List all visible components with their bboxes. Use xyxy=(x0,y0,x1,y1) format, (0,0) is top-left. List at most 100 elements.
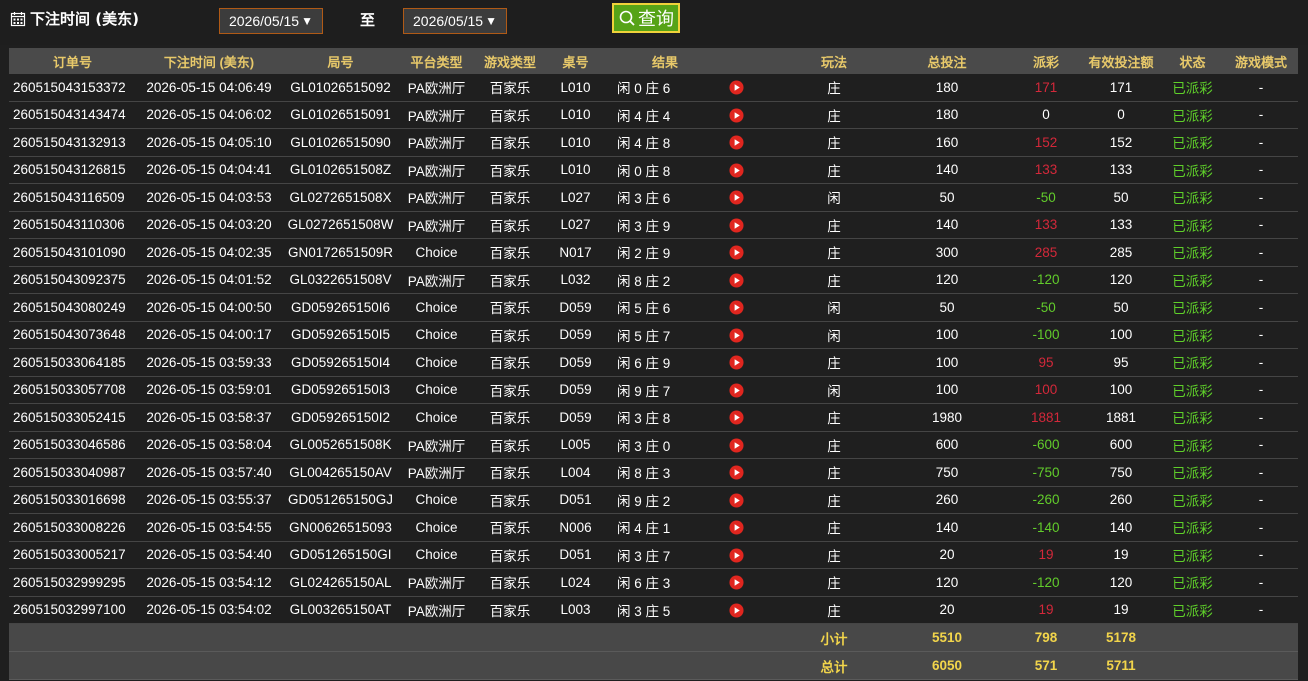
replay-cell[interactable] xyxy=(725,156,785,184)
replay-cell[interactable] xyxy=(725,458,785,487)
summary-empty-cell xyxy=(282,651,399,680)
game-type-cell: 百家乐 xyxy=(474,321,546,349)
play-icon[interactable] xyxy=(729,520,744,535)
play-icon[interactable] xyxy=(729,548,744,563)
replay-cell[interactable] xyxy=(725,238,785,267)
round-id-cell: GD051265150GI xyxy=(282,541,399,569)
play-icon[interactable] xyxy=(729,493,744,508)
play-icon[interactable] xyxy=(729,410,744,425)
start-date-select[interactable]: 2026/05/15 ▼ xyxy=(219,8,323,34)
table-row: 260515032997100 2026-05-15 03:54:02 GL0032… xyxy=(9,596,1298,624)
play-icon[interactable] xyxy=(729,245,744,260)
bet-on-cell: 庄 xyxy=(785,596,883,624)
total-bet-cell: 20 xyxy=(883,596,1011,624)
status-cell: 已派彩 xyxy=(1161,128,1224,157)
replay-cell[interactable] xyxy=(725,321,785,349)
replay-cell[interactable] xyxy=(725,568,785,597)
result-cell: 闲 3 庄 6 xyxy=(605,183,725,212)
bet-on-cell: 庄 xyxy=(785,486,883,514)
play-icon[interactable] xyxy=(729,300,744,315)
bet-on-cell: 庄 xyxy=(785,266,883,294)
total-bet-cell: 100 xyxy=(883,321,1011,349)
query-button[interactable]: 查询 xyxy=(612,3,680,33)
round-id-cell: GD059265150I5 xyxy=(282,321,399,349)
play-icon[interactable] xyxy=(729,328,744,343)
bet-on-cell: 庄 xyxy=(785,541,883,569)
replay-cell[interactable] xyxy=(725,266,785,294)
platform-cell: Choice xyxy=(399,541,474,569)
replay-cell[interactable] xyxy=(725,293,785,322)
play-icon[interactable] xyxy=(729,273,744,288)
game-type-cell: 百家乐 xyxy=(474,596,546,624)
total-bet-cell: 50 xyxy=(883,293,1011,322)
play-icon[interactable] xyxy=(729,575,744,590)
platform-cell: PA欧洲厅 xyxy=(399,568,474,597)
game-type-cell: 百家乐 xyxy=(474,403,546,432)
summary-empty-cell xyxy=(399,651,474,680)
end-date-select[interactable]: 2026/05/15 ▼ xyxy=(403,8,507,34)
play-icon[interactable] xyxy=(729,190,744,205)
summary-empty-cell xyxy=(1161,651,1224,680)
game-type-cell: 百家乐 xyxy=(474,266,546,294)
replay-cell[interactable] xyxy=(725,128,785,157)
result-cell: 闲 6 庄 9 xyxy=(605,348,725,377)
replay-cell[interactable] xyxy=(725,101,785,129)
play-icon[interactable] xyxy=(729,163,744,178)
valid-bet-cell: 50 xyxy=(1081,183,1161,212)
replay-cell[interactable] xyxy=(725,74,785,102)
bet-on-cell: 庄 xyxy=(785,348,883,377)
play-icon[interactable] xyxy=(729,603,744,618)
play-icon[interactable] xyxy=(729,355,744,370)
column-header-bet-time: 下注时间 (美东) xyxy=(136,48,282,74)
play-icon[interactable] xyxy=(729,108,744,123)
round-id-cell: GL0272651508X xyxy=(282,183,399,212)
total-bet-cell: 300 xyxy=(883,238,1011,267)
play-icon[interactable] xyxy=(729,383,744,398)
platform-cell: PA欧洲厅 xyxy=(399,431,474,459)
result-cell: 闲 0 庄 8 xyxy=(605,156,725,184)
result-cell: 闲 4 庄 8 xyxy=(605,128,725,157)
payout-cell: -600 xyxy=(1011,431,1081,459)
table-no-cell: D059 xyxy=(546,321,605,349)
payout-cell: 100 xyxy=(1011,376,1081,404)
play-icon[interactable] xyxy=(729,465,744,480)
table-row: 260515043092375 2026-05-15 04:01:52 GL0322… xyxy=(9,266,1298,294)
valid-bet-cell: 19 xyxy=(1081,541,1161,569)
table-row: 260515043110306 2026-05-15 04:03:20 GL0272… xyxy=(9,211,1298,239)
start-date-value: 2026/05/15 xyxy=(229,13,300,29)
order-id-cell: 260515043143474 xyxy=(9,101,136,129)
table-no-cell: N017 xyxy=(546,238,605,267)
replay-cell[interactable] xyxy=(725,183,785,212)
game-type-cell: 百家乐 xyxy=(474,486,546,514)
valid-bet-cell: 285 xyxy=(1081,238,1161,267)
summary-empty-cell xyxy=(546,623,605,652)
status-cell: 已派彩 xyxy=(1161,183,1224,212)
play-icon[interactable] xyxy=(729,80,744,95)
round-id-cell: GL01026515092 xyxy=(282,74,399,102)
play-icon[interactable] xyxy=(729,135,744,150)
replay-cell[interactable] xyxy=(725,513,785,542)
replay-cell[interactable] xyxy=(725,596,785,624)
table-no-cell: D059 xyxy=(546,376,605,404)
replay-cell[interactable] xyxy=(725,403,785,432)
payout-cell: 171 xyxy=(1011,74,1081,102)
replay-cell[interactable] xyxy=(725,431,785,459)
table-row: 260515033052415 2026-05-15 03:58:37 GD0592… xyxy=(9,403,1298,432)
replay-cell[interactable] xyxy=(725,541,785,569)
replay-cell[interactable] xyxy=(725,376,785,404)
order-id-cell: 260515043080249 xyxy=(9,293,136,322)
bet-time-cell: 2026-05-15 03:59:33 xyxy=(136,348,282,377)
bet-on-cell: 庄 xyxy=(785,403,883,432)
table-row: 260515033040987 2026-05-15 03:57:40 GL0042… xyxy=(9,458,1298,487)
replay-cell[interactable] xyxy=(725,211,785,239)
play-icon[interactable] xyxy=(729,218,744,233)
table-no-cell: D059 xyxy=(546,348,605,377)
replay-cell[interactable] xyxy=(725,348,785,377)
replay-cell[interactable] xyxy=(725,486,785,514)
bet-on-cell: 庄 xyxy=(785,128,883,157)
play-icon[interactable] xyxy=(729,438,744,453)
total-bet-cell: 160 xyxy=(883,128,1011,157)
game-mode-cell: - xyxy=(1224,266,1298,294)
status-cell: 已派彩 xyxy=(1161,596,1224,624)
column-header-valid-bet: 有效投注额 xyxy=(1081,48,1161,74)
